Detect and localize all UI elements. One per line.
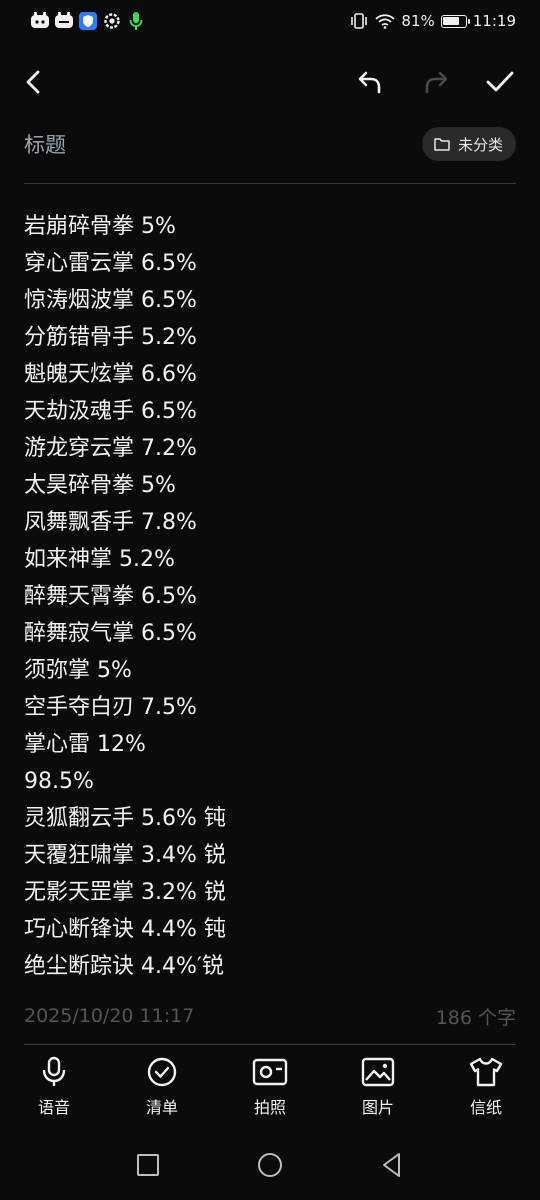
action-divider (24, 1044, 516, 1045)
image-label: 图片 (361, 1098, 394, 1117)
note-line: 凤舞飘香手 7.8% (24, 510, 197, 535)
note-line: 空手夺白刃 7.5% (24, 695, 197, 720)
shield-icon (78, 11, 98, 31)
recent-apps-button[interactable] (133, 1150, 163, 1180)
checklist-button[interactable]: 清单 (108, 1054, 216, 1124)
category-label: 未分类 (457, 135, 503, 154)
note-line: 须弥掌 5% (24, 658, 132, 683)
stationery-label: 信纸 (469, 1098, 502, 1117)
camera-label: 拍照 (253, 1098, 286, 1117)
mic-icon (126, 11, 146, 31)
title-divider (24, 183, 516, 184)
settings-icon (102, 11, 122, 31)
redo-icon (425, 71, 448, 94)
voice-label: 语音 (37, 1098, 70, 1117)
note-line: 魁魄天炫掌 6.6% (24, 362, 197, 387)
note-line: 穿心雷云掌 6.5% (24, 251, 197, 276)
note-timestamp: 2025/10/20 11:17 (24, 1005, 195, 1027)
note-line: 醉舞天霄拳 6.5% (24, 584, 197, 609)
stationery-button[interactable]: 信纸 (432, 1054, 540, 1124)
category-chip[interactable]: 未分类 (421, 127, 516, 161)
action-bar: 语音 清单 拍照 图片 信纸 (0, 1054, 540, 1124)
app-icon-1 (30, 11, 50, 31)
note-line: 掌心雷 12% (24, 732, 146, 757)
note-line: 分筋错骨手 5.2% (24, 325, 197, 350)
wifi-icon (375, 11, 396, 31)
note-line: 灵狐翻云手 5.6% 钝 (24, 806, 226, 831)
note-line: 天劫汲魂手 6.5% (24, 399, 197, 424)
note-body[interactable]: 岩崩碎骨拳 5% 穿心雷云掌 6.5% 惊涛烟波掌 6.5% 分筋错骨手 5.2% 魁魄… (24, 208, 516, 985)
checklist-icon (144, 1054, 180, 1090)
camera-button[interactable]: 拍照 (216, 1054, 324, 1124)
note-line: 岩崩碎骨拳 5% (24, 214, 176, 239)
battery-percent: 81% (401, 12, 435, 30)
app-icon-2 (54, 11, 74, 31)
back-icon (383, 1153, 400, 1177)
recent-apps-icon (137, 1154, 159, 1176)
checklist-label: 清单 (145, 1098, 178, 1117)
check-icon (486, 71, 514, 92)
camera-icon (252, 1054, 288, 1090)
char-count: 186 个字 (435, 1006, 516, 1029)
shirt-icon (468, 1054, 504, 1090)
battery-level-fill (443, 17, 460, 25)
image-button[interactable]: 图片 (324, 1054, 432, 1124)
nav-back-button[interactable] (377, 1150, 407, 1180)
note-line: 太昊碎骨拳 5% (24, 473, 176, 498)
home-icon (258, 1153, 282, 1177)
confirm-button[interactable] (480, 62, 520, 102)
redo-button[interactable] (416, 62, 456, 102)
battery-icon (440, 14, 470, 28)
note-line: 巧心断锋诀 4.4% 钝 (24, 917, 226, 942)
undo-button[interactable] (350, 62, 390, 102)
notes-editor-screen: 81% 11:19 标题 未分类 岩崩碎骨拳 5% 穿心雷云掌 6.5% 惊涛烟波掌… (0, 0, 540, 1200)
status-right: 81% 11:19 (349, 11, 516, 31)
status-bar: 81% 11:19 (0, 0, 540, 42)
mic-icon (36, 1054, 72, 1090)
system-nav-bar (0, 1140, 540, 1190)
image-icon (360, 1054, 396, 1090)
note-line: 98.5% (24, 769, 94, 794)
note-meta: 2025/10/20 11:17 186 个字 (24, 1000, 516, 1032)
note-line: 醉舞寂气掌 6.5% (24, 621, 197, 646)
folder-icon (434, 138, 450, 151)
undo-icon (358, 71, 381, 94)
note-line: 如来神掌 5.2% (24, 547, 175, 572)
title-input[interactable]: 标题 (24, 129, 66, 159)
title-row: 标题 未分类 (24, 124, 516, 164)
note-line: 天覆狂啸掌 3.4% 锐 (24, 843, 226, 868)
editor-toolbar (0, 56, 540, 108)
home-button[interactable] (255, 1150, 285, 1180)
status-left (30, 11, 146, 31)
clock: 11:19 (472, 12, 516, 30)
note-line: 绝尘断踪诀 4.4%′锐 (24, 954, 224, 979)
voice-button[interactable]: 语音 (0, 1054, 108, 1124)
back-button[interactable] (14, 62, 54, 102)
vibrate-icon (349, 11, 369, 31)
note-line: 惊涛烟波掌 6.5% (24, 288, 197, 313)
note-line: 游龙穿云掌 7.2% (24, 436, 197, 461)
chevron-left-icon (26, 70, 40, 94)
note-line: 无影天罡掌 3.2% 锐 (24, 880, 226, 905)
